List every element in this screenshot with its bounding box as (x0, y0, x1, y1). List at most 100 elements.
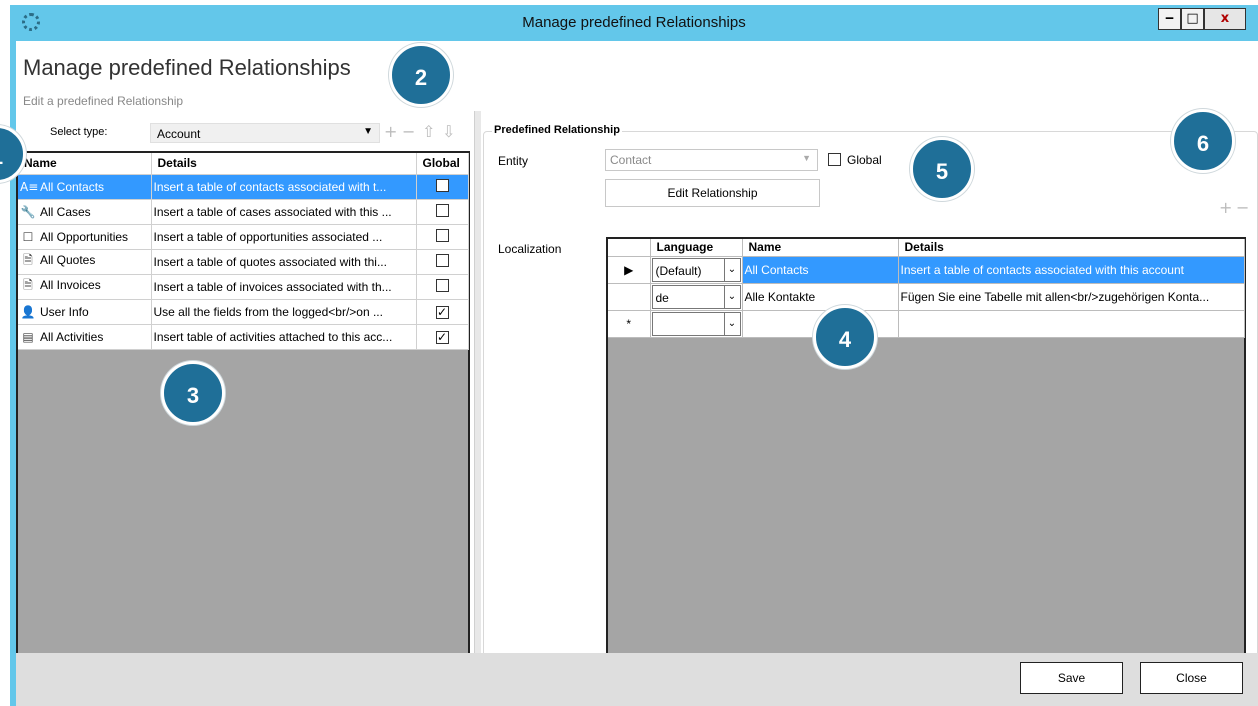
row-details-cell[interactable]: Insert table of activities attached to t… (151, 324, 417, 350)
row-global-cell (416, 199, 469, 225)
table-row[interactable]: ☐ All Opportunities Insert a table of oppo… (18, 224, 469, 250)
move-up-icon[interactable]: ⇧ (422, 122, 435, 141)
row-details-cell[interactable]: Use all the fields from the logged<br/>o… (151, 299, 417, 325)
close-window-button[interactable]: x (1204, 8, 1246, 30)
page-subtitle: Edit a predefined Relationship (23, 94, 184, 108)
page-title: Manage predefined Relationships (23, 55, 351, 80)
chevron-down-icon[interactable]: ⌄ (723, 285, 740, 308)
maximize-button[interactable]: □ (1181, 8, 1204, 30)
minimize-button[interactable]: ‒ (1158, 8, 1181, 30)
column-header-global[interactable]: Global (416, 153, 469, 175)
table-row[interactable]: 🗎 All Invoices Insert a table of invoices … (18, 274, 469, 300)
global-checkbox[interactable] (435, 178, 449, 192)
language-select[interactable]: de ⌄ (651, 284, 741, 309)
table-row[interactable]: ▶ (Default) ⌄ All Contacts Insert a table of… (608, 256, 1245, 284)
chevron-down-icon[interactable]: ⌄ (723, 312, 740, 335)
global-checkbox[interactable] (435, 203, 449, 217)
remove-localization-icon[interactable]: − (1236, 198, 1249, 217)
chevron-down-icon[interactable]: ⌄ (723, 258, 740, 281)
contact-card-icon: A≡ (20, 179, 39, 194)
global-checkbox[interactable]: ✓ (435, 305, 449, 319)
row-name: All Contacts (40, 179, 105, 194)
row-header-cell[interactable]: ▶ (608, 256, 651, 284)
row-name: All Invoices (40, 278, 101, 292)
row-header-cell[interactable]: * (608, 310, 651, 338)
marker-4: 4 (813, 305, 877, 369)
column-header-language[interactable]: Language (650, 239, 743, 257)
global-checkbox[interactable]: ✓ (435, 330, 449, 344)
language-cell: de ⌄ (650, 283, 743, 311)
row-name-cell[interactable]: 🔧 All Cases (18, 199, 152, 225)
marker-3: 3 (161, 361, 225, 425)
row-global-cell: ✓ (416, 324, 469, 350)
user-icon: 👤 (20, 304, 36, 319)
entity-select[interactable]: Contact ▼ (605, 149, 818, 171)
row-name-cell[interactable]: A≡ All Contacts (18, 174, 152, 200)
add-icon[interactable]: + (384, 122, 397, 141)
row-name: All Cases (40, 204, 91, 219)
marker-2: 2 (389, 43, 453, 107)
table-row[interactable]: ▤ All Activities Insert table of activitie… (18, 324, 469, 350)
table-row[interactable]: 👤 User Info Use all the fields from the lo… (18, 299, 469, 325)
row-name: All Quotes (40, 253, 96, 267)
move-down-icon[interactable]: ⇩ (442, 122, 455, 141)
language-select[interactable]: (Default) ⌄ (651, 257, 741, 282)
table-row[interactable]: 🔧 All Cases Insert a table of cases associ… (18, 199, 469, 225)
row-details-cell[interactable]: Insert a table of opportunities associat… (151, 224, 417, 250)
global-checkbox[interactable] (435, 228, 449, 242)
row-name-cell[interactable]: 🗎 All Invoices (18, 274, 152, 300)
localized-details-cell[interactable]: Fügen Sie eine Tabelle mit allen<br/>zug… (898, 283, 1245, 311)
window-body: Manage predefined Relationships Edit a p… (0, 41, 1258, 706)
global-checkbox[interactable] (435, 253, 449, 267)
row-name-cell[interactable]: 👤 User Info (18, 299, 152, 325)
table-row[interactable]: * ⌄ (608, 310, 1245, 338)
global-checkbox[interactable] (435, 278, 449, 292)
row-details-cell[interactable]: Insert a table of contacts associated wi… (151, 174, 417, 200)
remove-icon[interactable]: − (402, 122, 415, 141)
column-header-name[interactable]: Name (742, 239, 899, 257)
localized-details-cell[interactable]: Insert a table of contacts associated wi… (898, 256, 1245, 284)
app-root: Manage predefined Relationships ‒ □ x Ma… (0, 0, 1258, 706)
language-value: (Default) (655, 263, 702, 278)
row-details-cell[interactable]: Insert a table of quotes associated with… (151, 249, 417, 275)
language-select[interactable]: ⌄ (651, 311, 741, 336)
relationships-grid: Name Details Global A≡ All Contacts Insert… (16, 151, 470, 688)
save-button[interactable]: Save (1020, 662, 1123, 694)
global-checkbox[interactable] (828, 153, 841, 166)
title-bar: Manage predefined Relationships ‒ □ x (10, 5, 1258, 41)
row-name: All Opportunities (40, 229, 129, 244)
panel-splitter[interactable] (474, 111, 481, 688)
type-select[interactable]: Account ▼ (150, 123, 380, 143)
table-row[interactable]: 🗎 All Quotes Insert a table of quotes asso… (18, 249, 469, 275)
table-header-row: Language Name Details (608, 239, 1245, 257)
row-details-cell[interactable]: Insert a table of cases associated with … (151, 199, 417, 225)
localized-details-cell[interactable] (898, 310, 1245, 338)
row-name-cell[interactable]: 🗎 All Quotes (18, 249, 152, 275)
language-cell: (Default) ⌄ (650, 256, 743, 284)
row-details-cell[interactable]: Insert a table of invoices associated wi… (151, 274, 417, 300)
column-header-details[interactable]: Details (151, 153, 417, 175)
column-header-name[interactable]: Name (18, 153, 152, 175)
chevron-down-icon: ▼ (363, 126, 373, 137)
localized-name-cell[interactable]: All Contacts (742, 256, 899, 284)
predefined-relationship-group: Predefined Relationship Entity Contact ▼… (483, 124, 1258, 676)
close-button[interactable]: Close (1140, 662, 1243, 694)
type-select-row: Select type: Account ▼ + − ⇧ ⇩ (32, 122, 492, 144)
row-global-cell (416, 174, 469, 200)
row-name: All Activities (40, 329, 104, 344)
activity-icon: ▤ (22, 329, 34, 344)
table-row[interactable]: A≡ All Contacts Insert a table of contacts… (18, 174, 469, 200)
column-header-details[interactable]: Details (898, 239, 1245, 257)
global-checkbox-label: Global (847, 153, 882, 167)
row-name-cell[interactable]: ☐ All Opportunities (18, 224, 152, 250)
table-row[interactable]: de ⌄ Alle Kontakte Fügen Sie eine Tabelle m… (608, 283, 1245, 311)
row-global-cell: ✓ (416, 299, 469, 325)
row-name-cell[interactable]: ▤ All Activities (18, 324, 152, 350)
edit-relationship-button[interactable]: Edit Relationship (605, 179, 820, 207)
localized-name-cell[interactable]: Alle Kontakte (742, 283, 899, 311)
add-localization-icon[interactable]: + (1219, 198, 1232, 217)
row-header-corner (608, 239, 651, 257)
row-header-cell[interactable] (608, 283, 651, 311)
wrench-icon: 🔧 (20, 204, 36, 219)
localization-table: Language Name Details ▶ (Default) ⌄ All Con… (608, 239, 1245, 338)
